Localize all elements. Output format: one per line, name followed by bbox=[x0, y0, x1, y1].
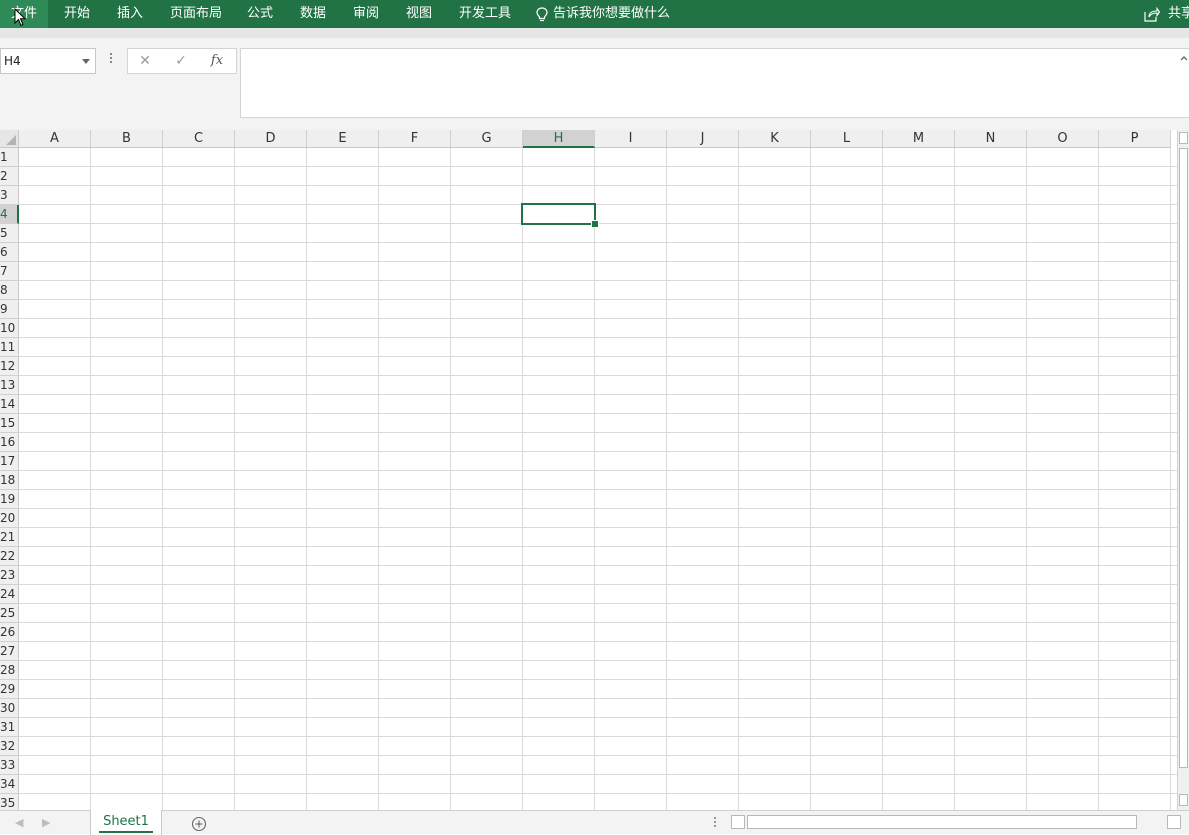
tell-me-label: 告诉我你想要做什么 bbox=[553, 6, 671, 21]
tell-me-search[interactable]: 告诉我你想要做什么 bbox=[536, 0, 670, 28]
cancel-icon[interactable]: ✕ bbox=[130, 49, 160, 73]
tab-insert[interactable]: 插入 bbox=[117, 0, 143, 28]
vertical-scrollbar[interactable] bbox=[1177, 130, 1189, 810]
row-header[interactable]: 15 bbox=[0, 414, 19, 433]
share-button[interactable]: 共享 bbox=[1144, 0, 1189, 28]
fill-handle[interactable] bbox=[591, 220, 599, 228]
row-header[interactable]: 5 bbox=[0, 224, 19, 243]
row-header[interactable]: 27 bbox=[0, 642, 19, 661]
row-header[interactable]: 12 bbox=[0, 357, 19, 376]
name-box[interactable]: H4 bbox=[0, 48, 96, 74]
row-header[interactable]: 3 bbox=[0, 186, 19, 205]
row-header[interactable]: 34 bbox=[0, 775, 19, 794]
row-header[interactable]: 21 bbox=[0, 528, 19, 547]
tab-data[interactable]: 数据 bbox=[300, 0, 326, 28]
spreadsheet-grid: ABCDEFGHIJKLMNOP 1 2 3 4 5 6 7 8 9 10 11 12 13 14 15 16… bbox=[0, 130, 1177, 813]
scroll-down-arrow[interactable] bbox=[1179, 794, 1188, 806]
mouse-pointer-icon bbox=[14, 8, 26, 27]
tab-developer[interactable]: 开发工具 bbox=[459, 0, 511, 28]
column-header[interactable]: O bbox=[1027, 130, 1099, 148]
ribbon-collapsed-area bbox=[0, 28, 1189, 38]
enter-check-icon[interactable]: ✓ bbox=[166, 49, 196, 73]
active-cell[interactable] bbox=[521, 203, 596, 225]
row-header[interactable]: 23 bbox=[0, 566, 19, 585]
row-header[interactable]: 13 bbox=[0, 376, 19, 395]
column-header[interactable]: H bbox=[523, 130, 595, 148]
row-header[interactable]: 1 bbox=[0, 148, 19, 167]
row-header[interactable]: 24 bbox=[0, 585, 19, 604]
tab-formulas[interactable]: 公式 bbox=[247, 0, 273, 28]
row-header[interactable]: 17 bbox=[0, 452, 19, 471]
share-label: 共享 bbox=[1168, 6, 1189, 21]
resize-grip-icon[interactable] bbox=[109, 52, 113, 66]
share-icon bbox=[1144, 7, 1160, 22]
row-header[interactable]: 33 bbox=[0, 756, 19, 775]
row-header[interactable]: 31 bbox=[0, 718, 19, 737]
column-header[interactable]: L bbox=[811, 130, 883, 148]
sheet-tab-bar: ◀ ▶ Sheet1 bbox=[0, 810, 1189, 835]
row-header[interactable]: 28 bbox=[0, 661, 19, 680]
row-header[interactable]: 7 bbox=[0, 262, 19, 281]
row-header[interactable]: 29 bbox=[0, 680, 19, 699]
prev-sheet-icon[interactable]: ◀ bbox=[15, 816, 23, 829]
column-header[interactable]: A bbox=[19, 130, 91, 148]
formula-input[interactable] bbox=[240, 48, 1189, 118]
column-header[interactable]: K bbox=[739, 130, 811, 148]
ribbon-bar: 文件 开始 插入 页面布局 公式 数据 审阅 视图 开发工具 告诉我你想要做什么… bbox=[0, 0, 1189, 28]
scroll-right-arrow[interactable] bbox=[1167, 815, 1181, 829]
column-header[interactable]: P bbox=[1099, 130, 1171, 148]
column-header[interactable]: F bbox=[379, 130, 451, 148]
row-header[interactable]: 20 bbox=[0, 509, 19, 528]
name-box-value: H4 bbox=[4, 54, 21, 68]
scroll-left-arrow[interactable] bbox=[731, 815, 745, 829]
column-header[interactable]: D bbox=[235, 130, 307, 148]
row-header[interactable]: 32 bbox=[0, 737, 19, 756]
scroll-up-arrow[interactable] bbox=[1179, 132, 1188, 144]
row-header[interactable]: 10 bbox=[0, 319, 19, 338]
lightbulb-icon bbox=[536, 7, 548, 22]
chevron-up-icon[interactable] bbox=[1180, 54, 1188, 62]
tab-view[interactable]: 视图 bbox=[406, 0, 432, 28]
formula-buttons: ✕ ✓ fx bbox=[127, 48, 237, 74]
sheet-tab-sheet1[interactable]: Sheet1 bbox=[90, 810, 162, 835]
vertical-scroll-thumb[interactable] bbox=[1179, 148, 1188, 768]
row-header[interactable]: 4 bbox=[0, 205, 19, 224]
column-header[interactable]: G bbox=[451, 130, 523, 148]
tab-page-layout[interactable]: 页面布局 bbox=[170, 0, 222, 28]
cell-area[interactable] bbox=[19, 148, 1177, 810]
next-sheet-icon[interactable]: ▶ bbox=[42, 816, 50, 829]
row-header[interactable]: 6 bbox=[0, 243, 19, 262]
row-header[interactable]: 11 bbox=[0, 338, 19, 357]
row-header[interactable]: 16 bbox=[0, 433, 19, 452]
chevron-down-icon[interactable] bbox=[82, 59, 90, 64]
row-header[interactable]: 25 bbox=[0, 604, 19, 623]
row-header[interactable]: 18 bbox=[0, 471, 19, 490]
row-header[interactable]: 26 bbox=[0, 623, 19, 642]
tab-home[interactable]: 开始 bbox=[64, 0, 90, 28]
split-handle-icon[interactable] bbox=[713, 817, 717, 829]
horizontal-scroll-thumb[interactable] bbox=[747, 815, 1137, 829]
row-header[interactable]: 19 bbox=[0, 490, 19, 509]
column-header[interactable]: I bbox=[595, 130, 667, 148]
row-header[interactable]: 8 bbox=[0, 281, 19, 300]
column-header[interactable]: E bbox=[307, 130, 379, 148]
row-header[interactable]: 22 bbox=[0, 547, 19, 566]
row-header[interactable]: 2 bbox=[0, 167, 19, 186]
row-header[interactable]: 14 bbox=[0, 395, 19, 414]
column-header[interactable]: C bbox=[163, 130, 235, 148]
column-header[interactable]: M bbox=[883, 130, 955, 148]
tab-review[interactable]: 审阅 bbox=[353, 0, 379, 28]
column-header[interactable]: N bbox=[955, 130, 1027, 148]
column-header[interactable]: J bbox=[667, 130, 739, 148]
select-all-button[interactable] bbox=[0, 130, 19, 148]
horizontal-scrollbar[interactable] bbox=[731, 815, 1181, 830]
formula-bar-area: H4 ✕ ✓ fx bbox=[0, 38, 1189, 130]
column-header[interactable]: B bbox=[91, 130, 163, 148]
add-sheet-icon[interactable] bbox=[191, 816, 207, 832]
row-header[interactable]: 9 bbox=[0, 300, 19, 319]
insert-function-button[interactable]: fx bbox=[202, 49, 232, 73]
row-header[interactable]: 30 bbox=[0, 699, 19, 718]
